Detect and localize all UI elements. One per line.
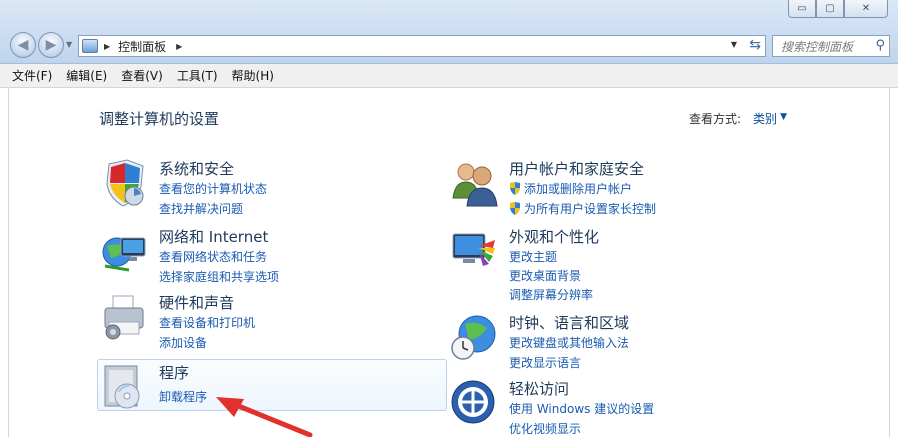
search-icon[interactable]: ⚲ <box>875 38 885 53</box>
category-title[interactable]: 时钟、语言和区域 <box>509 312 629 333</box>
uac-shield-icon <box>510 182 520 195</box>
category-title[interactable]: 外观和个性化 <box>509 226 599 247</box>
menu-file[interactable]: 文件(F) <box>12 67 52 84</box>
view-by-dropdown[interactable]: 类别 <box>753 110 777 127</box>
link-optimize-visual-display[interactable]: 优化视频显示 <box>509 420 581 437</box>
network-globe-icon <box>102 237 146 272</box>
ease-of-access-icon <box>451 380 495 424</box>
category-hardware-sound[interactable]: 硬件和声音 查看设备和打印机 添加设备 <box>99 292 444 352</box>
link-view-network-status[interactable]: 查看网络状态和任务 <box>159 248 267 265</box>
link-view-computer-status[interactable]: 查看您的计算机状态 <box>159 180 267 197</box>
arrow-right-icon: ▶ <box>45 37 57 53</box>
minimize-button[interactable]: ▭ <box>788 0 816 18</box>
category-clock-language-region[interactable]: 时钟、语言和区域 更改键盘或其他输入法 更改显示语言 <box>449 312 794 372</box>
link-adjust-resolution[interactable]: 调整屏幕分辨率 <box>509 286 593 303</box>
menu-help[interactable]: 帮助(H) <box>232 67 274 84</box>
recent-pages-dropdown[interactable]: ▼ <box>66 40 72 49</box>
uac-shield-icon <box>510 202 520 215</box>
arrow-left-icon: ◀ <box>17 37 29 53</box>
menu-bar: 文件(F) 编辑(E) 查看(V) 工具(T) 帮助(H) <box>0 64 898 88</box>
category-title[interactable]: 用户帐户和家庭安全 <box>509 158 644 179</box>
programs-disc-icon <box>104 365 140 409</box>
menu-view[interactable]: 查看(V) <box>121 67 163 84</box>
refresh-icon[interactable]: ⇆ <box>749 37 761 53</box>
category-appearance[interactable]: 外观和个性化 更改主题 更改桌面背景 调整屏幕分辨率 <box>449 226 794 302</box>
annotation-arrow-icon <box>216 397 313 437</box>
category-title[interactable]: 硬件和声音 <box>159 292 234 313</box>
users-icon <box>452 163 498 207</box>
link-find-fix-problems[interactable]: 查找并解决问题 <box>159 200 243 217</box>
maximize-button[interactable]: ▢ <box>816 0 844 18</box>
category-title[interactable]: 系统和安全 <box>159 158 234 179</box>
category-title[interactable]: 程序 <box>159 362 189 383</box>
search-box[interactable]: 搜索控制面板 ⚲ <box>772 35 890 57</box>
view-by-label: 查看方式: <box>688 112 741 126</box>
window-controls: ▭ ▢ ✕ <box>788 0 888 18</box>
control-panel-content: 调整计算机的设置 查看方式: 类别 ▼ 系统和安全 查看您的计算机状态 查找并解… <box>8 88 890 437</box>
link-view-devices-printers[interactable]: 查看设备和打印机 <box>159 314 255 331</box>
category-title[interactable]: 网络和 Internet <box>159 226 268 247</box>
navigation-bar: ◀ ▶ ▼ ▶ 控制面板 ▶ ▼ ⇆ 搜索控制面板 ⚲ <box>0 30 898 62</box>
link-change-theme[interactable]: 更改主题 <box>509 248 557 265</box>
shield-icon <box>106 159 144 207</box>
link-add-remove-accounts[interactable]: 添加或删除用户帐户 <box>509 180 632 197</box>
title-bar: ▭ ▢ ✕ ◀ ▶ ▼ ▶ 控制面板 ▶ ▼ ⇆ 搜索控制面板 ⚲ <box>0 0 898 64</box>
link-change-background[interactable]: 更改桌面背景 <box>509 267 581 284</box>
category-user-accounts[interactable]: 用户帐户和家庭安全 添加或删除用户帐户 为所有用户设置家长控制 <box>449 158 794 218</box>
printer-icon <box>104 295 144 340</box>
breadcrumb-control-panel[interactable]: 控制面板 <box>118 38 166 55</box>
display-palette-icon <box>452 233 495 266</box>
category-ease-of-access[interactable]: 轻松访问 使用 Windows 建议的设置 优化视频显示 <box>449 378 794 437</box>
breadcrumb-separator-icon[interactable]: ▶ <box>104 42 110 51</box>
link-change-input-method[interactable]: 更改键盘或其他输入法 <box>509 334 629 351</box>
close-button[interactable]: ✕ <box>844 0 888 18</box>
menu-tools[interactable]: 工具(T) <box>177 67 218 84</box>
link-change-display-language[interactable]: 更改显示语言 <box>509 354 581 371</box>
link-uninstall-program[interactable]: 卸载程序 <box>159 388 207 405</box>
back-button[interactable]: ◀ <box>10 32 36 58</box>
address-bar[interactable]: ▶ 控制面板 ▶ ▼ ⇆ <box>78 35 766 57</box>
link-windows-recommended-settings[interactable]: 使用 Windows 建议的设置 <box>509 400 654 417</box>
breadcrumb-separator-icon[interactable]: ▶ <box>176 42 182 51</box>
category-title[interactable]: 轻松访问 <box>509 378 569 399</box>
category-system-security[interactable]: 系统和安全 查看您的计算机状态 查找并解决问题 <box>99 158 444 218</box>
link-add-device[interactable]: 添加设备 <box>159 334 207 351</box>
globe-clock-icon <box>451 315 496 360</box>
page-title: 调整计算机的设置 <box>99 110 220 128</box>
link-parental-controls[interactable]: 为所有用户设置家长控制 <box>509 200 656 217</box>
chevron-down-icon[interactable]: ▼ <box>780 112 787 122</box>
search-input[interactable]: 搜索控制面板 <box>781 38 853 55</box>
chevron-down-icon: ▼ <box>66 40 73 49</box>
control-panel-icon <box>82 39 98 53</box>
forward-button[interactable]: ▶ <box>38 32 64 58</box>
category-network-internet[interactable]: 网络和 Internet 查看网络状态和任务 选择家庭组和共享选项 <box>99 226 444 286</box>
link-homegroup-sharing[interactable]: 选择家庭组和共享选项 <box>159 268 279 285</box>
menu-edit[interactable]: 编辑(E) <box>66 67 107 84</box>
address-dropdown-icon[interactable]: ▼ <box>731 40 737 49</box>
